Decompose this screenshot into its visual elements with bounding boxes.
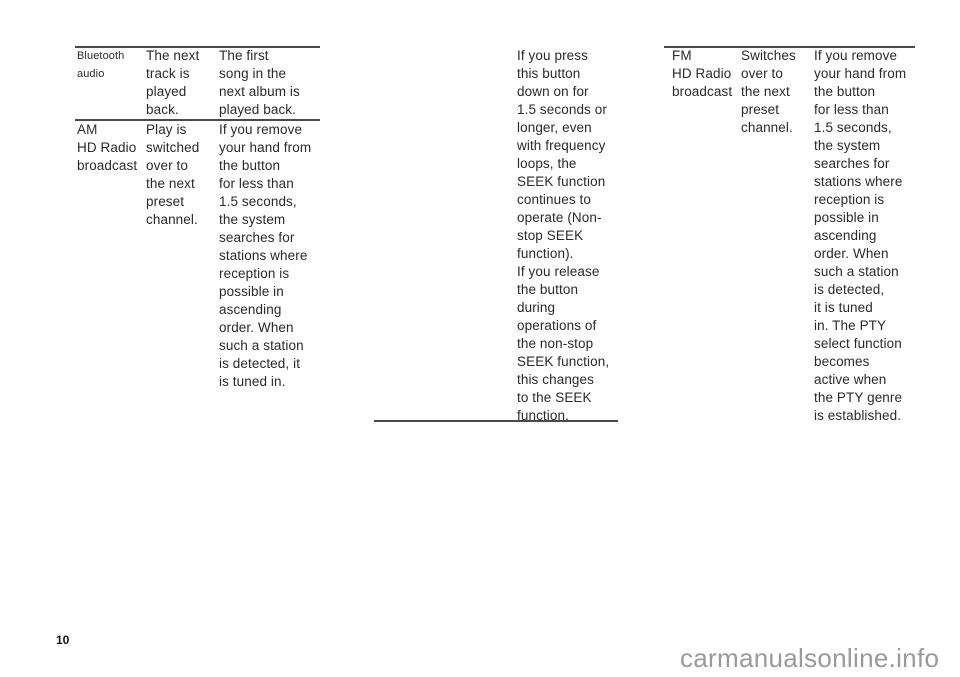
left-row2-source: AM HD Radio broadcast [77,122,138,173]
left-row1-short-press: The next track is played back. [146,48,200,117]
page-number: 10 [56,633,70,647]
right-row1-long-press: If you remove your hand from the button … [814,48,907,423]
left-row2-short-press: Play is switched over to the next preset… [146,122,200,227]
left-row2-long-press: If you remove your hand from the button … [219,122,312,389]
middle-table-bottom-rule [374,420,618,422]
watermark: carmanualsonline.info [680,643,940,673]
right-row1-short-press: Switches over to the next preset channel… [741,48,796,135]
middle-row-long-press: If you press this button down on for 1.5… [517,48,610,423]
right-row1-source: FM HD Radio broadcast [672,48,733,99]
left-row1-source: Bluetooth audio [77,50,125,80]
left-row1-long-press: The first song in the next album is play… [219,48,300,117]
